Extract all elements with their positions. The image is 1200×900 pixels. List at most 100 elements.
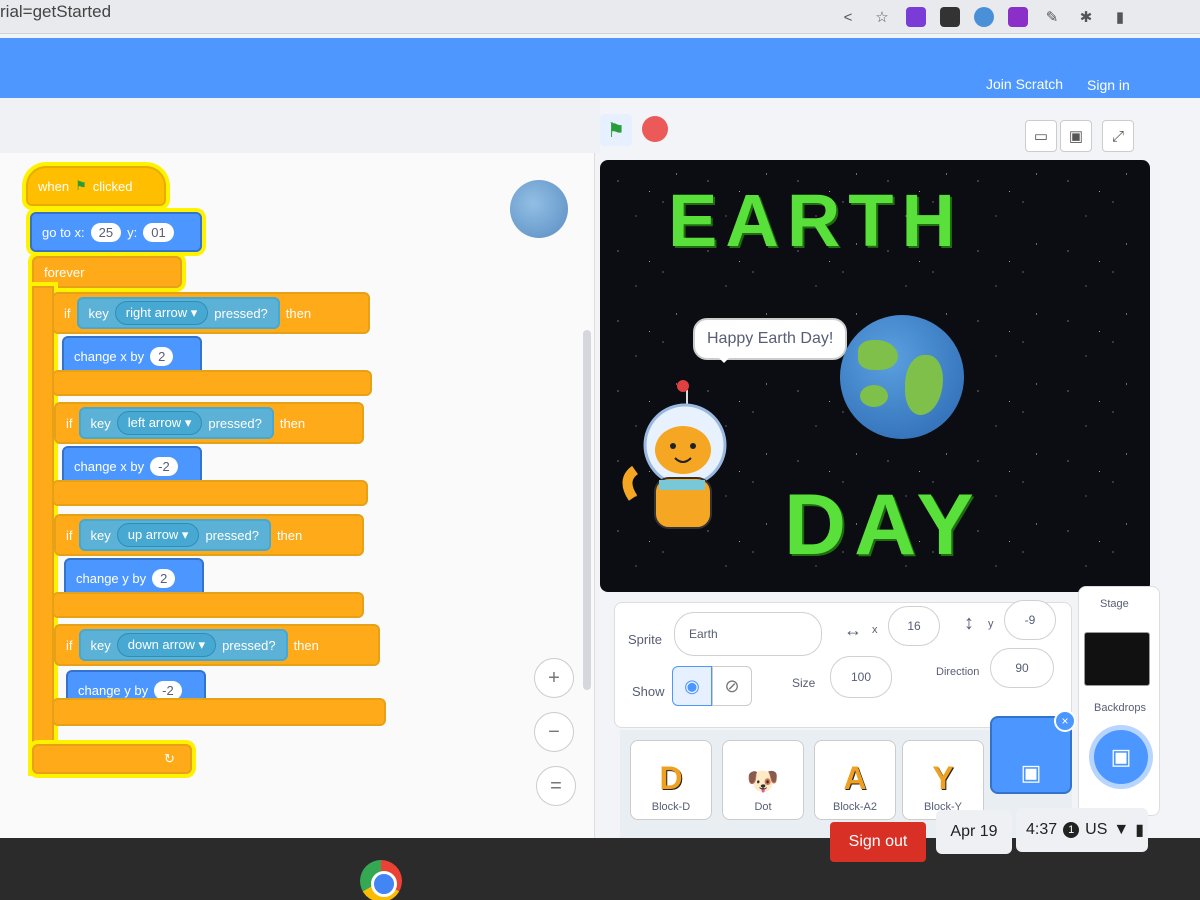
sprite-tile-block-a2[interactable]: A Block-A2 — [814, 740, 896, 820]
x-value-input[interactable]: 25 — [90, 222, 122, 242]
sprite-icon: ▣ — [1020, 760, 1042, 785]
extension-icon[interactable]: ✎ — [1042, 7, 1062, 27]
block-label: then — [276, 527, 303, 543]
if-block-right[interactable]: if key right arrow ▾ pressed? then — [52, 292, 370, 334]
extension-icon[interactable] — [906, 7, 926, 27]
forever-block[interactable]: forever — [32, 256, 182, 288]
block-label: change x by — [74, 458, 145, 474]
block-label: key — [90, 637, 111, 653]
puzzle-icon[interactable]: ✱ — [1076, 7, 1096, 27]
loop-arrow-icon: ↻ — [164, 751, 175, 766]
workspace-vertical-scrollbar[interactable] — [583, 330, 591, 690]
size-field[interactable]: 100 — [830, 656, 892, 698]
speech-bubble: Happy Earth Day! — [693, 318, 848, 363]
if-block-footer — [52, 370, 372, 396]
zoom-out-button[interactable]: − — [534, 712, 574, 752]
key-dropdown[interactable]: up arrow ▾ — [116, 523, 200, 547]
block-label: forever — [44, 264, 85, 280]
go-to-xy-block[interactable]: go to x: 25 y: 01 — [30, 212, 202, 252]
sprite-label: Sprite — [628, 632, 662, 647]
backdrops-label: Backdrops — [1094, 702, 1146, 714]
if-block-down[interactable]: if key down arrow ▾ pressed? then — [54, 624, 380, 666]
key-dropdown[interactable]: left arrow ▾ — [116, 411, 203, 435]
current-sprite-thumbnail — [510, 180, 568, 238]
block-label: change x by — [74, 348, 145, 364]
if-block-up[interactable]: if key up arrow ▾ pressed? then — [54, 514, 364, 556]
forever-block-footer: ↻ — [32, 744, 192, 774]
fullscreen-button[interactable]: ⤢ — [1102, 120, 1134, 152]
sprite-tile-earth-selected[interactable]: × ▣ — [990, 710, 1076, 794]
choose-backdrop-button[interactable]: ▣ — [1094, 730, 1148, 784]
y-value-input[interactable]: 01 — [143, 222, 174, 242]
stop-button[interactable] — [642, 116, 668, 142]
dog-icon: 🐶 — [746, 766, 780, 796]
extension-icon[interactable] — [1008, 7, 1028, 27]
small-stage-button[interactable]: ▭ — [1025, 120, 1057, 152]
green-flag-icon: ⚑ — [607, 119, 625, 142]
if-block-footer — [52, 592, 364, 618]
change-value-input[interactable]: -2 — [150, 456, 178, 476]
sign-in-link[interactable]: Sign in — [1087, 77, 1130, 93]
system-tray[interactable]: 4:37 1 US ▼ ▮ — [1016, 808, 1148, 852]
block-label: change y by — [78, 682, 149, 698]
battery-icon: ▮ — [1135, 822, 1145, 839]
change-value-input[interactable]: 2 — [152, 568, 176, 588]
block-label: if — [64, 305, 71, 321]
sidebar-icon[interactable]: ▮ — [1110, 7, 1130, 27]
stage-title-bottom: DAY — [784, 477, 982, 573]
sprite-tile-name: Block-A2 — [832, 801, 878, 813]
sprite-name-field[interactable]: Earth — [674, 612, 822, 656]
key-pressed-condition[interactable]: key left arrow ▾ pressed? — [78, 407, 274, 439]
url-text[interactable]: rial=getStarted — [0, 2, 111, 22]
join-scratch-link[interactable]: Join Scratch — [986, 76, 1063, 92]
key-pressed-condition[interactable]: key down arrow ▾ pressed? — [78, 629, 288, 661]
if-block-left[interactable]: if key left arrow ▾ pressed? then — [54, 402, 364, 444]
block-label: then — [293, 637, 319, 653]
sprite-tile-block-d[interactable]: D Block-D — [630, 740, 712, 820]
workspace-toolbar — [0, 98, 600, 153]
block-label: then — [279, 415, 306, 431]
block-label: pressed? — [205, 527, 259, 543]
key-dropdown[interactable]: right arrow ▾ — [114, 301, 209, 325]
share-icon[interactable]: < — [838, 7, 858, 27]
eye-slash-icon: ⊘ — [724, 675, 740, 696]
stage-thumbnail[interactable] — [1084, 632, 1150, 686]
sprite-tile-block-y[interactable]: Y Block-Y — [902, 740, 984, 820]
block-label: when — [38, 178, 70, 194]
zoom-in-button[interactable]: + — [534, 658, 574, 698]
direction-field[interactable]: 90 — [990, 648, 1054, 688]
y-arrows-icon: ↕ — [964, 612, 974, 634]
sprite-tile-name: Dot — [754, 801, 772, 813]
sprite-tile-dot[interactable]: 🐶 Dot — [722, 740, 804, 820]
when-flag-clicked-block[interactable]: when ⚑ clicked — [26, 166, 166, 206]
extension-icon[interactable] — [940, 7, 960, 27]
x-position-field[interactable]: 16 — [888, 606, 940, 646]
key-dropdown[interactable]: down arrow ▾ — [116, 633, 217, 657]
if-block-footer — [52, 698, 386, 726]
sign-out-button[interactable]: Sign out — [830, 822, 926, 862]
eye-icon: ◉ — [684, 675, 700, 696]
y-position-field[interactable]: -9 — [1004, 600, 1056, 640]
change-value-input[interactable]: -2 — [154, 680, 182, 700]
key-pressed-condition[interactable]: key up arrow ▾ pressed? — [78, 519, 271, 551]
key-pressed-condition[interactable]: key right arrow ▾ pressed? — [76, 297, 280, 329]
earth-sprite[interactable] — [840, 315, 964, 439]
zoom-reset-button[interactable]: = — [536, 766, 576, 806]
star-icon[interactable]: ☆ — [872, 7, 892, 27]
block-label: then — [285, 305, 312, 321]
date-display[interactable]: Apr 19 — [936, 810, 1012, 854]
normal-stage-button[interactable]: ▣ — [1060, 120, 1092, 152]
delete-sprite-button[interactable]: × — [1054, 710, 1076, 732]
extension-icon[interactable] — [974, 7, 994, 27]
show-hidden-button[interactable]: ⊘ — [712, 666, 752, 706]
block-label: if — [66, 527, 73, 543]
show-visible-button[interactable]: ◉ — [672, 666, 712, 706]
chrome-icon[interactable] — [360, 860, 402, 900]
block-label: y: — [127, 224, 138, 240]
block-label: key — [90, 415, 111, 431]
green-flag-button[interactable]: ⚑ — [600, 114, 632, 146]
x-arrows-icon: ↔ — [844, 620, 862, 640]
dot-dog-sprite[interactable] — [615, 380, 745, 540]
change-value-input[interactable]: 2 — [150, 346, 174, 366]
sprite-tile-name: Block-D — [651, 801, 691, 813]
